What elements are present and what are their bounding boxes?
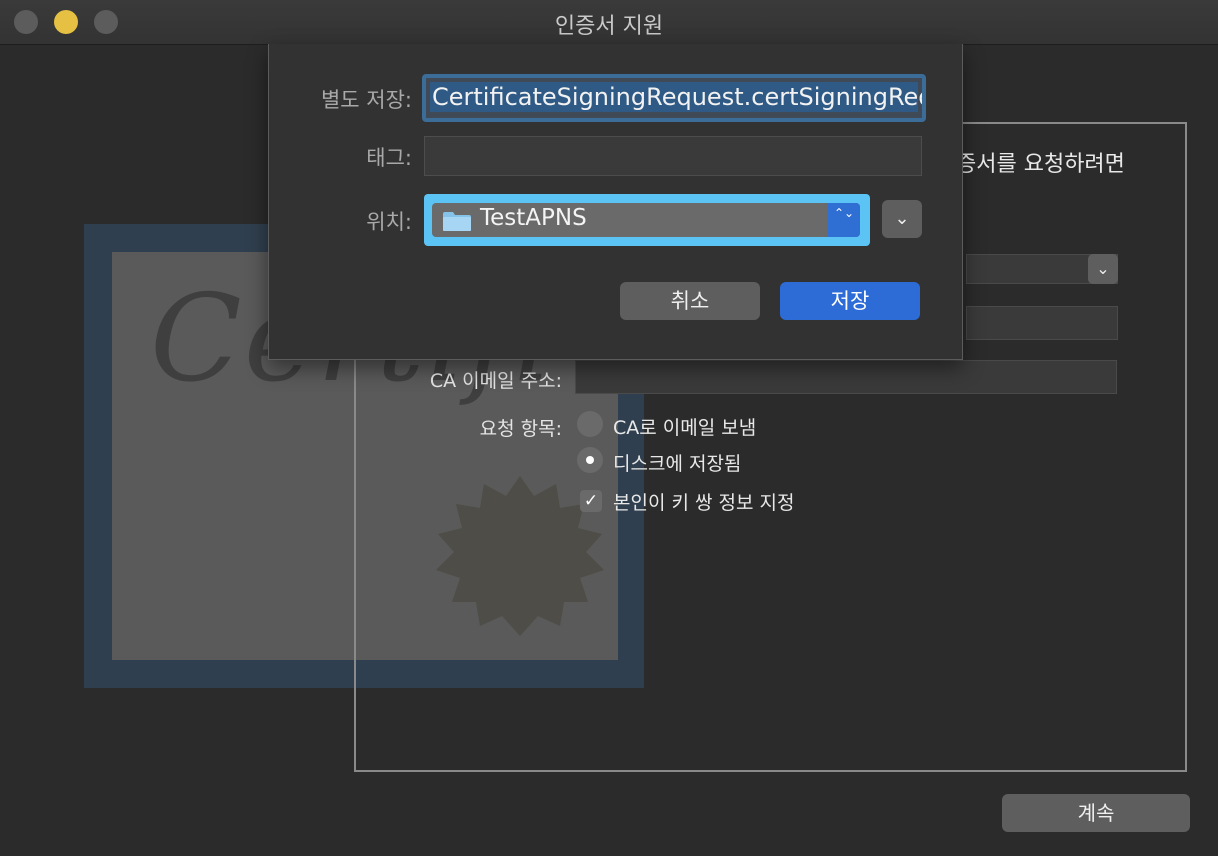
tags-input[interactable] [424,136,922,176]
tags-label: 태그: [366,146,412,170]
request-label: 요청 항목: [479,418,562,440]
intro-text: 증서를 요청하려면 [956,152,1125,177]
save-as-input[interactable]: CertificateSigningRequest.certSigningReq… [422,74,926,122]
ca-email-label: CA 이메일 주소: [429,370,562,392]
expand-icon[interactable]: ⌄ [882,200,922,238]
title-bar: 인증서 지원 [0,0,1218,45]
folder-icon [443,212,471,231]
window-title: 인증서 지원 [554,14,664,39]
continue-button[interactable]: 계속 [1002,794,1190,832]
option-save-disk-label: 디스크에 저장됨 [613,453,742,475]
keypair-label: 본인이 키 쌍 정보 지정 [613,492,795,514]
common-name-field[interactable] [966,306,1118,340]
ca-email-field[interactable] [575,360,1117,394]
save-as-value: CertificateSigningRequest.certSigningReq… [430,82,922,112]
location-label: 위치: [366,210,412,234]
save-as-label: 별도 저장: [320,88,412,112]
location-select[interactable]: TestAPNS ⌃⌄ [432,203,860,237]
chevron-down-icon[interactable]: ⌄ [1088,254,1118,284]
radio-email-ca[interactable] [577,411,603,437]
stepper-icon[interactable]: ⌃⌄ [828,203,860,237]
location-select-focus-ring: TestAPNS ⌃⌄ [424,194,870,246]
option-email-ca-label: CA로 이메일 보냄 [613,417,757,439]
keypair-checkbox[interactable]: ✓ [580,490,602,512]
save-button[interactable]: 저장 [780,282,920,320]
cancel-button[interactable]: 취소 [620,282,760,320]
location-value: TestAPNS [480,205,587,231]
radio-save-disk[interactable] [577,447,603,473]
